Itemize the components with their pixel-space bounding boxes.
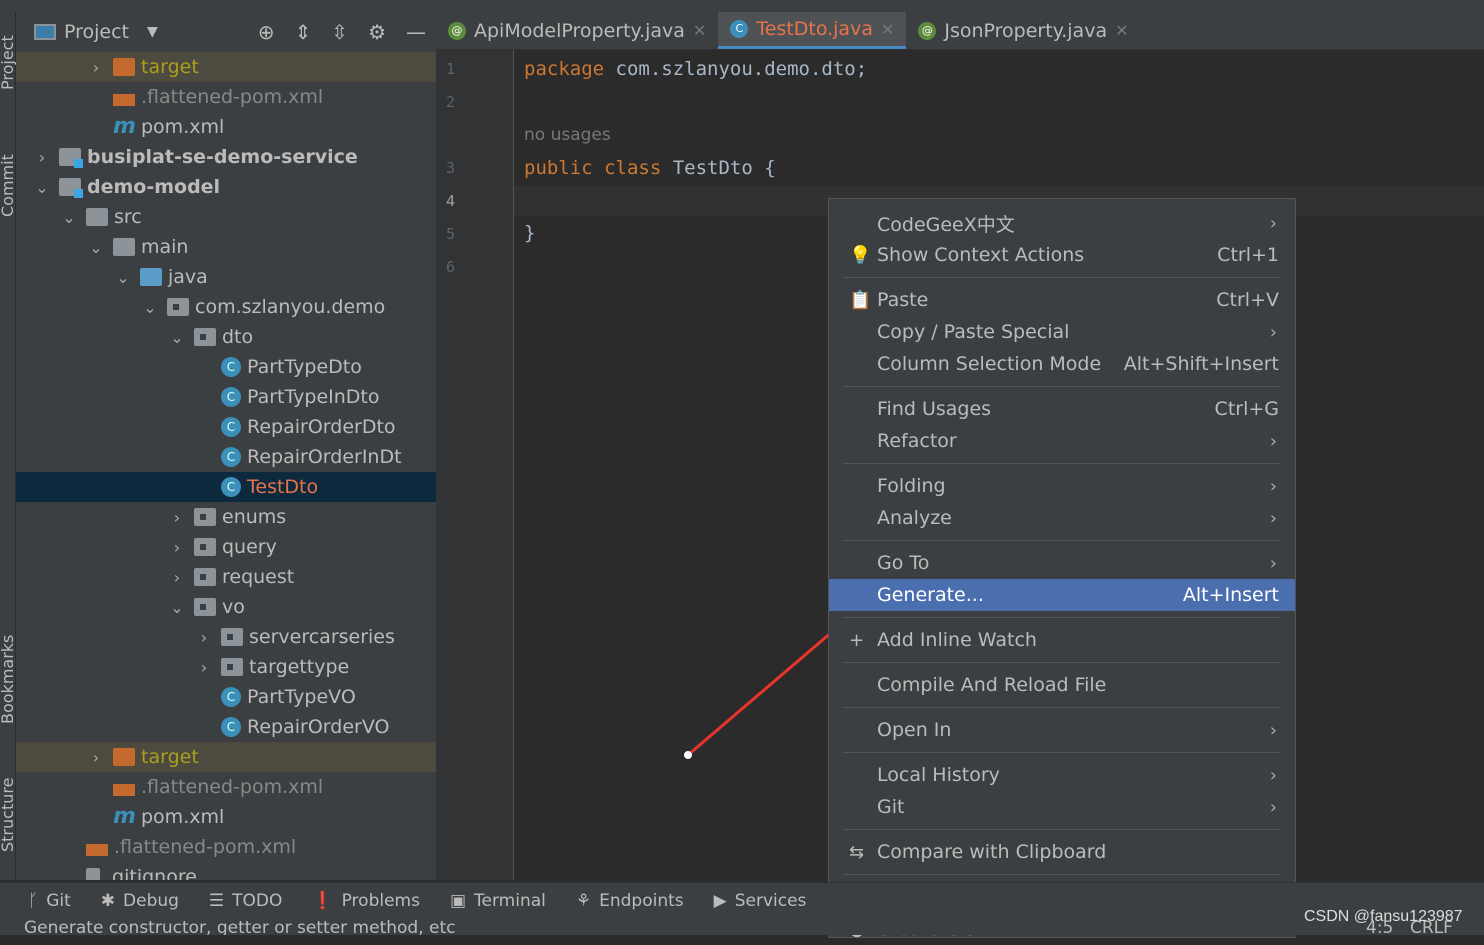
- toolwindow-label: Debug: [123, 890, 179, 911]
- line-number: 1: [446, 60, 456, 78]
- shortcut: Alt+Insert: [1182, 584, 1279, 606]
- shortcut: Ctrl+1: [1217, 244, 1279, 266]
- menu-item-label: Show Context Actions: [877, 244, 1085, 266]
- menu-item-label: Analyze: [877, 507, 952, 529]
- menu-item-copy-paste-special[interactable]: Copy / Paste Special ›: [829, 316, 1295, 348]
- chevron-right-icon: ›: [1269, 430, 1277, 452]
- toolwindow-terminal[interactable]: ▣ Terminal: [450, 891, 546, 911]
- menu-item-open-in[interactable]: Open In ›: [829, 714, 1295, 746]
- watch-icon: +: [849, 629, 865, 651]
- menu-item-label: Local History: [877, 764, 1000, 786]
- menu-item-refactor[interactable]: Refactor ›: [829, 425, 1295, 457]
- services-icon: ▶: [713, 890, 727, 911]
- bug-icon: ✱: [100, 890, 116, 911]
- toolwindow-debug[interactable]: ✱ Debug: [101, 891, 179, 911]
- terminal-icon: ▣: [449, 890, 467, 911]
- menu-item-label: Compare with Clipboard: [877, 841, 1107, 863]
- menu-item-compile-and-reload-file[interactable]: Compile And Reload File: [829, 669, 1295, 701]
- branch-icon: ᚴ: [28, 890, 39, 911]
- menu-item-label: Open In: [877, 719, 952, 741]
- menu-item-add-inline-watch[interactable]: + Add Inline Watch: [829, 624, 1295, 656]
- toolwindow-label: Services: [734, 890, 807, 911]
- menu-item-paste[interactable]: 📋 Paste Ctrl+V: [829, 284, 1295, 316]
- menu-separator: [843, 617, 1281, 618]
- menu-separator: [843, 386, 1281, 387]
- menu-item-column-selection-mode[interactable]: Column Selection Mode Alt+Shift+Insert: [829, 348, 1295, 380]
- menu-separator: [843, 540, 1281, 541]
- compare-icon: ⇆: [849, 841, 865, 863]
- menu-item-compare-with-clipboard[interactable]: ⇆ Compare with Clipboard: [829, 836, 1295, 868]
- line-number: 5: [446, 225, 456, 243]
- toolwindow-endpoints[interactable]: ⚘ Endpoints: [576, 891, 684, 911]
- chevron-right-icon: ›: [1269, 212, 1277, 234]
- menu-separator: [843, 707, 1281, 708]
- shortcut: Ctrl+G: [1214, 398, 1279, 420]
- toolwindow-label: Endpoints: [599, 890, 684, 911]
- menu-item-label: Generate...: [877, 584, 984, 606]
- chevron-right-icon: ›: [1269, 507, 1277, 529]
- menu-item-folding[interactable]: Folding ›: [829, 470, 1295, 502]
- clipboard-icon: 📋: [849, 289, 872, 311]
- menu-item-go-to[interactable]: Go To ›: [829, 547, 1295, 579]
- menu-separator: [843, 874, 1281, 875]
- toolwindow-problems[interactable]: ❗ Problems: [312, 891, 420, 911]
- toolwindow-label: TODO: [232, 890, 283, 911]
- toolwindow-git[interactable]: ᚴ Git: [28, 891, 71, 911]
- menu-item-label: CodeGeeX中文: [877, 213, 1015, 236]
- menu-item-git[interactable]: Git ›: [829, 791, 1295, 823]
- alert-icon: ❗: [312, 890, 334, 911]
- line-number: 2: [446, 93, 456, 111]
- menu-item-label: Refactor: [877, 430, 957, 452]
- chevron-right-icon: ›: [1269, 475, 1277, 497]
- menu-item-label: Paste: [877, 289, 929, 311]
- toolwindow-label: Problems: [341, 890, 420, 911]
- menu-item-codegeex[interactable]: CodeGeeX中文 ›: [829, 207, 1295, 239]
- toolwindow-label: Terminal: [474, 890, 546, 911]
- menu-item-show-context-actions[interactable]: 💡 Show Context Actions Ctrl+1: [829, 239, 1295, 271]
- menu-item-label: Compile And Reload File: [877, 674, 1107, 696]
- menu-item-label: Copy / Paste Special: [877, 321, 1070, 343]
- chevron-right-icon: ›: [1269, 796, 1277, 818]
- menu-item-label: Folding: [877, 475, 946, 497]
- menu-item-label: Column Selection Mode: [877, 353, 1102, 375]
- bottom-tool-bar: ᚴ Git ✱ Debug ☰ TODO ❗ Problems ▣ Terminal ⚘ Endpoi…: [0, 882, 1484, 918]
- menu-item-analyze[interactable]: Analyze ›: [829, 502, 1295, 534]
- line-number: 3: [446, 159, 456, 177]
- context-menu: CodeGeeX中文 › 💡 Show Context Actions Ctrl+1 📋 P…: [828, 198, 1296, 940]
- menu-item-find-usages[interactable]: Find Usages Ctrl+G: [829, 393, 1295, 425]
- chevron-right-icon: ›: [1269, 552, 1277, 574]
- toolwindow-services[interactable]: ▶ Services: [714, 891, 807, 911]
- chevron-right-icon: ›: [1269, 321, 1277, 343]
- menu-separator: [843, 662, 1281, 663]
- toolwindow-label: Git: [46, 890, 71, 911]
- bulb-icon: 💡: [849, 244, 872, 266]
- status-message: Generate constructor, getter or setter m…: [24, 918, 456, 935]
- line-number: 4: [446, 192, 456, 210]
- menu-item-local-history[interactable]: Local History ›: [829, 759, 1295, 791]
- chevron-right-icon: ›: [1269, 719, 1277, 741]
- line-number: 6: [446, 258, 456, 276]
- menu-separator: [843, 829, 1281, 830]
- menu-separator: [843, 463, 1281, 464]
- chevron-right-icon: ›: [1269, 764, 1277, 786]
- list-icon: ☰: [208, 890, 225, 911]
- menu-separator: [843, 277, 1281, 278]
- menu-item-label: Git: [877, 796, 905, 818]
- menu-item-generate[interactable]: Generate... Alt+Insert: [829, 579, 1295, 611]
- menu-item-label: Go To: [877, 552, 930, 574]
- watermark: CSDN @fansu123987: [1304, 908, 1463, 925]
- status-bar: Generate constructor, getter or setter m…: [0, 918, 1484, 935]
- menu-item-label: Add Inline Watch: [877, 629, 1037, 651]
- menu-item-label: Find Usages: [877, 398, 992, 420]
- menu-separator: [843, 752, 1281, 753]
- toolwindow-todo[interactable]: ☰ TODO: [209, 891, 283, 911]
- shortcut: Ctrl+V: [1216, 289, 1279, 311]
- endpoints-icon: ⚘: [575, 890, 592, 911]
- shortcut: Alt+Shift+Insert: [1123, 353, 1279, 375]
